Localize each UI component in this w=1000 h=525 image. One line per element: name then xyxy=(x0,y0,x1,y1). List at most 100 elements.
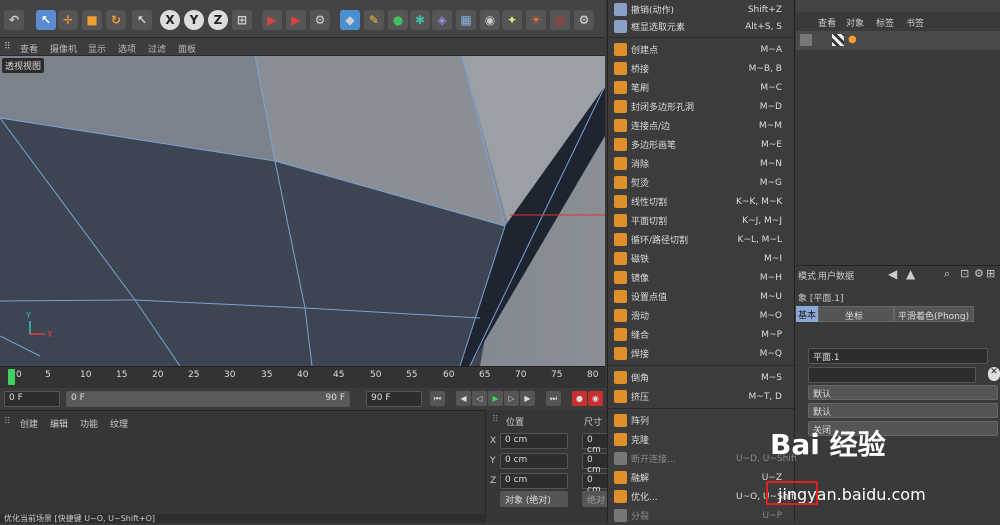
go-to-end-icon[interactable]: ⏭ xyxy=(546,391,561,406)
back-arrow-icon[interactable]: ◀ xyxy=(888,267,897,281)
rotate-tool-icon[interactable]: ↻ xyxy=(106,10,126,30)
position-y-field[interactable]: 0 cm xyxy=(500,453,568,469)
tab-basic[interactable]: 基本 xyxy=(796,306,818,322)
autokey-icon[interactable]: ◉ xyxy=(588,391,603,406)
floor-icon[interactable]: ▦ xyxy=(456,10,476,30)
coordinate-mode-dropdown[interactable]: 对象 (绝对) xyxy=(500,491,568,507)
lock-icon[interactable]: ⊡ xyxy=(960,267,969,280)
render-settings-icon[interactable]: ⚙ xyxy=(310,10,330,30)
z-axis-button[interactable]: Z xyxy=(208,10,228,30)
context-menu-item[interactable]: 滑动 M~O xyxy=(608,306,796,325)
playhead[interactable] xyxy=(8,369,15,385)
subdivision-icon[interactable]: ● xyxy=(388,10,408,30)
context-menu-item[interactable]: 多边形画笔 M~E xyxy=(608,135,796,154)
menu-panel[interactable]: 面板 xyxy=(178,42,196,55)
search-icon[interactable]: ⌕ xyxy=(944,267,950,281)
context-menu-item[interactable]: 框显选取元素 Alt+S, S xyxy=(608,17,796,36)
start-frame-field[interactable]: 0 F xyxy=(4,391,60,407)
phong-tag-icon[interactable]: ● xyxy=(848,34,860,46)
deformer-icon[interactable]: ◈ xyxy=(432,10,452,30)
select-tool-icon[interactable]: ↖ xyxy=(36,10,56,30)
light-icon[interactable]: ✦ xyxy=(502,10,522,30)
context-menu-item[interactable]: 阵列 xyxy=(608,411,796,430)
previous-frame-icon[interactable]: ◁ xyxy=(472,391,487,406)
context-menu-item[interactable]: 倒角 M~S xyxy=(608,368,796,387)
render-picture-icon[interactable]: ▶ xyxy=(286,10,306,30)
context-menu-item[interactable]: 循环/路径切割 K~L, M~L xyxy=(608,230,796,249)
context-menu-item[interactable]: 桥接 M~B, B xyxy=(608,59,796,78)
menu-create[interactable]: 创建 xyxy=(20,417,38,430)
gear-icon[interactable]: ⚙ xyxy=(574,10,594,30)
next-frame-icon[interactable]: ▷ xyxy=(504,391,519,406)
tab-coordinates[interactable]: 坐标 xyxy=(818,306,894,322)
context-menu-item[interactable]: 线性切割 K~K, M~K xyxy=(608,192,796,211)
perspective-viewport[interactable]: Y X 透视视图 xyxy=(0,56,605,366)
context-menu-item[interactable]: 焊接 M~Q xyxy=(608,344,796,363)
y-axis-button[interactable]: Y xyxy=(184,10,204,30)
x-axis-button[interactable]: X xyxy=(160,10,180,30)
cube-icon[interactable]: ◆ xyxy=(340,10,360,30)
array-icon[interactable]: ✱ xyxy=(410,10,430,30)
menu-view[interactable]: 查看 xyxy=(20,42,38,55)
context-menu-item[interactable]: 平面切割 K~J, M~J xyxy=(608,211,796,230)
context-menu-item[interactable]: 克隆 xyxy=(608,430,796,449)
context-menu-item[interactable]: 创建点 M~A xyxy=(608,40,796,59)
target-icon[interactable]: ◎ xyxy=(550,10,570,30)
menu-user-data[interactable]: 用户数据 xyxy=(818,269,854,282)
menu-texture[interactable]: 纹理 xyxy=(110,417,128,430)
context-menu-item[interactable]: 挤压 M~T, D xyxy=(608,387,796,406)
layer-dropdown[interactable]: 默认 xyxy=(808,385,998,400)
menu-display[interactable]: 显示 xyxy=(88,42,106,55)
sun-icon[interactable]: ☀ xyxy=(526,10,546,30)
context-menu-item[interactable]: 消除 M~N xyxy=(608,154,796,173)
menu-object[interactable]: 对象 xyxy=(846,16,864,29)
name-input-field[interactable] xyxy=(808,367,976,383)
coordinate-system-icon[interactable]: ⊞ xyxy=(232,10,252,30)
object-row[interactable]: ● xyxy=(796,31,1000,50)
frame-range-slider[interactable]: 0 F 90 F xyxy=(66,391,350,407)
menu-filter[interactable]: 过滤 xyxy=(148,42,166,55)
pen-icon[interactable]: ✎ xyxy=(364,10,384,30)
context-menu-item[interactable]: 连接点/边 M~M xyxy=(608,116,796,135)
context-menu-item[interactable]: 镜像 M~H xyxy=(608,268,796,287)
up-arrow-icon[interactable]: ▲ xyxy=(906,267,915,281)
scale-tool-icon[interactable]: ■ xyxy=(82,10,102,30)
render-view-icon[interactable]: ▶ xyxy=(262,10,282,30)
context-menu-item[interactable]: 分裂 U~P xyxy=(608,506,796,525)
menu-mode[interactable]: 模式 xyxy=(798,269,816,282)
menu-view[interactable]: 查看 xyxy=(818,16,836,29)
timeline-ruler[interactable]: 0 5 10 15 20 25 30 35 40 45 50 55 60 65 … xyxy=(0,366,605,388)
menu-function[interactable]: 功能 xyxy=(80,417,98,430)
go-to-start-icon[interactable]: ⏮ xyxy=(430,391,445,406)
checker-tag-icon[interactable] xyxy=(832,34,844,46)
context-menu-item[interactable]: 笔刷 M~C xyxy=(608,78,796,97)
menu-tag[interactable]: 标签 xyxy=(876,16,894,29)
previous-key-icon[interactable]: ◀ xyxy=(456,391,471,406)
context-menu-item[interactable]: 缝合 M~P xyxy=(608,325,796,344)
next-key-icon[interactable]: ▶ xyxy=(520,391,535,406)
context-menu-item[interactable]: 磁铁 M~I xyxy=(608,249,796,268)
tab-phong[interactable]: 平滑着色(Phong) xyxy=(894,306,974,322)
position-z-field[interactable]: 0 cm xyxy=(500,473,568,489)
end-frame-field[interactable]: 90 F xyxy=(366,391,422,407)
clear-icon[interactable]: ✕ xyxy=(988,367,1000,381)
menu-bookmark[interactable]: 书签 xyxy=(906,16,924,29)
context-menu-item[interactable]: 断开连接... U~D, U~Shift xyxy=(608,449,797,468)
menu-item-shortcut: K~L, M~L xyxy=(737,234,783,245)
camera-icon[interactable]: ◉ xyxy=(480,10,500,30)
menu-options[interactable]: 选项 xyxy=(118,42,136,55)
record-icon[interactable]: ● xyxy=(572,391,587,406)
last-tool-icon[interactable]: ↖ xyxy=(132,10,152,30)
move-tool-icon[interactable]: ✛ xyxy=(58,10,78,30)
context-menu-item[interactable]: 熨烫 M~G xyxy=(608,173,796,192)
context-menu-item[interactable]: 设置点值 M~U xyxy=(608,287,796,306)
play-icon[interactable]: ▶ xyxy=(488,391,503,406)
settings-icon[interactable]: ⚙ xyxy=(974,267,984,280)
menu-camera[interactable]: 摄像机 xyxy=(50,42,77,55)
context-menu-item[interactable]: 封闭多边形孔洞 M~D xyxy=(608,97,796,116)
undo-icon[interactable]: ↶ xyxy=(4,10,24,30)
menu-edit[interactable]: 编辑 xyxy=(50,417,68,430)
position-x-field[interactable]: 0 cm xyxy=(500,433,568,449)
new-panel-icon[interactable]: ⊞ xyxy=(986,267,995,280)
name-field[interactable]: 平面.1 xyxy=(808,348,988,364)
